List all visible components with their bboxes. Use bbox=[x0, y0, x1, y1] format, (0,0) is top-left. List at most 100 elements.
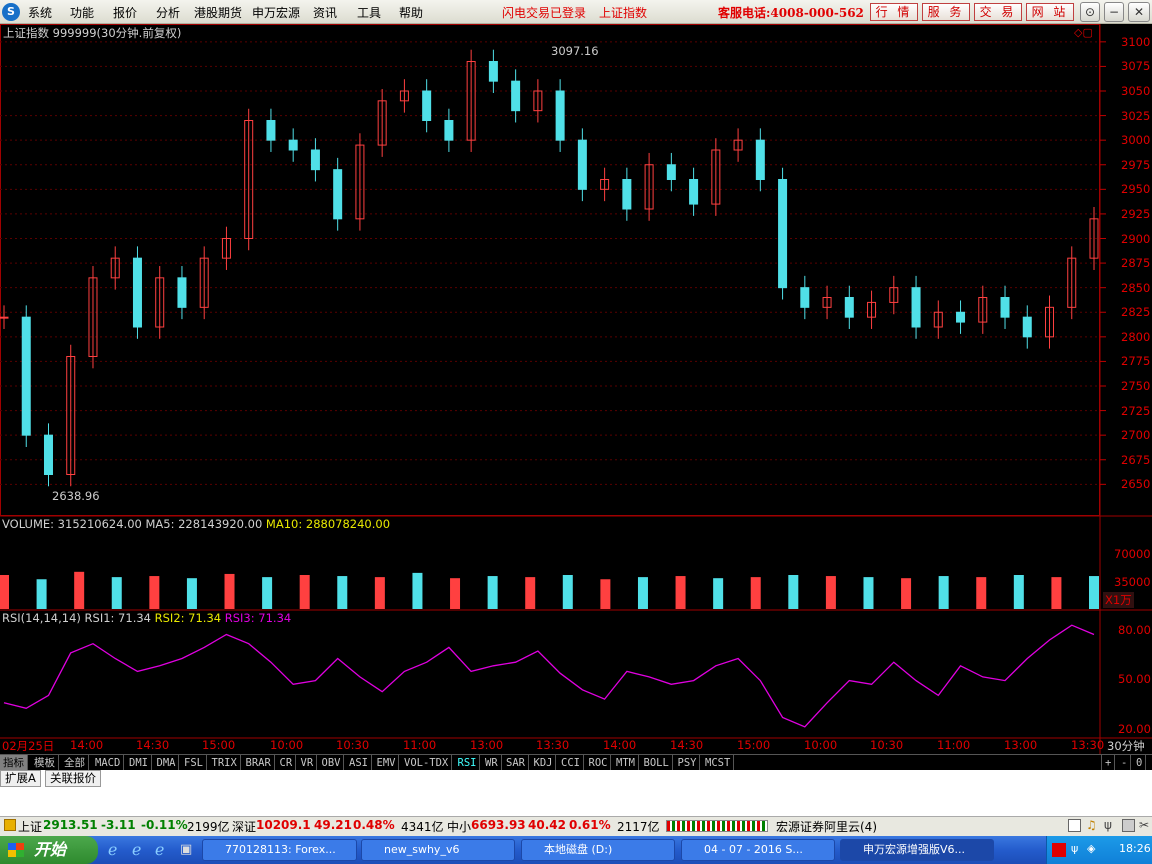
tools-icon[interactable]: ✂ bbox=[1139, 818, 1149, 832]
service-button[interactable]: 服 务 bbox=[922, 3, 970, 21]
show-desktop-icon[interactable]: ▣ bbox=[180, 842, 192, 857]
broker-server[interactable]: 宏源证券阿里云(4) bbox=[776, 818, 877, 835]
zoom-in-button[interactable]: + bbox=[1101, 755, 1116, 771]
indicator-tab-mtm[interactable]: MTM bbox=[613, 755, 639, 771]
indicator-tab-emv[interactable]: EMV bbox=[374, 755, 400, 771]
indicator-tab-cci[interactable]: CCI bbox=[558, 755, 584, 771]
help-window-icon[interactable]: ⊙ bbox=[1080, 2, 1100, 22]
rsi3-value: RSI3: 71.34 bbox=[224, 611, 292, 625]
indicator-tab-wr[interactable]: WR bbox=[482, 755, 502, 771]
menu-swhy[interactable]: 申万宏源 bbox=[252, 4, 300, 21]
indicator-tab-rsi[interactable]: RSI bbox=[455, 755, 481, 771]
menu-system[interactable]: 系统 bbox=[28, 4, 52, 21]
volume-bar bbox=[562, 575, 573, 609]
lock-icon[interactable] bbox=[1122, 819, 1135, 832]
menu-tools[interactable]: 工具 bbox=[357, 4, 381, 21]
price-tick: 2950 bbox=[1121, 182, 1151, 197]
menu-analysis[interactable]: 分析 bbox=[156, 4, 180, 21]
task-swhy-app[interactable]: 申万宏源增强版V6... bbox=[840, 839, 994, 861]
menu-function[interactable]: 功能 bbox=[70, 4, 94, 21]
indicator-tab-fsl[interactable]: FSL bbox=[181, 755, 207, 771]
indicator-tab-obv[interactable]: OBV bbox=[319, 755, 345, 771]
indicator-tab-psy[interactable]: PSY bbox=[675, 755, 701, 771]
candle-body bbox=[43, 434, 53, 475]
flag-icon[interactable] bbox=[1052, 843, 1066, 857]
volume-bar bbox=[637, 577, 648, 609]
indicator-tab-macd[interactable]: MACD bbox=[92, 755, 125, 771]
trade-button[interactable]: 交 易 bbox=[974, 3, 1022, 21]
price-tick: 3100 bbox=[1121, 34, 1151, 49]
time-label: 13:30 bbox=[536, 738, 570, 752]
network-icon[interactable]: ψ bbox=[1071, 842, 1078, 855]
volume-ma5: MA5: 228143920.00 bbox=[145, 517, 263, 531]
task-folder[interactable]: new_swhy_v6 bbox=[361, 839, 515, 861]
chart-area[interactable] bbox=[0, 24, 1152, 754]
rsi3-series bbox=[3, 624, 1095, 728]
ie-icon[interactable]: ℯ bbox=[108, 840, 117, 859]
candle-body bbox=[1022, 316, 1032, 338]
zoom-reset-button[interactable]: 0 bbox=[1133, 755, 1147, 771]
indicator-tab-roc[interactable]: ROC bbox=[586, 755, 612, 771]
indicator-tab-boll[interactable]: BOLL bbox=[641, 755, 673, 771]
indicator-tab-vr[interactable]: VR bbox=[298, 755, 318, 771]
candle-body bbox=[911, 287, 921, 328]
menu-news[interactable]: 资讯 bbox=[313, 4, 337, 21]
task-browser[interactable]: 04 - 07 - 2016 S... bbox=[681, 839, 835, 861]
indicator-tab-dma[interactable]: DMA bbox=[154, 755, 180, 771]
browser-icon[interactable]: ℯ bbox=[155, 840, 164, 859]
tab-extension-a[interactable]: 扩展A bbox=[0, 770, 41, 787]
indicator-tab-brar[interactable]: BRAR bbox=[243, 755, 275, 771]
flash-trade-status[interactable]: 闪电交易已登录 bbox=[502, 4, 586, 21]
tab-indicator[interactable]: 指标 bbox=[0, 755, 28, 771]
volume-bar bbox=[1051, 577, 1062, 609]
volume-value: VOLUME: 315210624.00 bbox=[2, 517, 142, 531]
task-forex[interactable]: 770128113: Forex... bbox=[202, 839, 357, 861]
candle-body bbox=[21, 316, 31, 436]
period-label[interactable]: 30分钟 bbox=[1107, 738, 1145, 754]
candle-body bbox=[266, 120, 276, 141]
indicator-tab-asi[interactable]: ASI bbox=[346, 755, 372, 771]
candle-body bbox=[511, 80, 521, 112]
sh-percent: -0.11% bbox=[141, 818, 188, 832]
chart-options-icon[interactable]: ◇▢ bbox=[1074, 26, 1093, 39]
bell-icon[interactable]: ♫ bbox=[1086, 818, 1097, 832]
ie-icon[interactable]: ℯ bbox=[132, 840, 141, 859]
start-label: 开始 bbox=[34, 840, 67, 859]
tab-related-quote[interactable]: 关联报价 bbox=[45, 770, 101, 787]
candle-body bbox=[844, 297, 854, 318]
volume-bar bbox=[36, 579, 47, 609]
close-icon[interactable]: ✕ bbox=[1128, 2, 1150, 22]
price-tick: 2750 bbox=[1121, 379, 1151, 393]
minimize-icon[interactable]: − bbox=[1104, 2, 1124, 22]
windows-logo-icon bbox=[8, 843, 24, 857]
indicator-tab-vol-tdx[interactable]: VOL-TDX bbox=[401, 755, 453, 771]
zoom-out-button[interactable]: - bbox=[1118, 755, 1132, 771]
volume-bar bbox=[487, 576, 498, 609]
volume-bar bbox=[525, 577, 536, 609]
tab-all[interactable]: 全部 bbox=[61, 755, 89, 771]
notepad-icon[interactable] bbox=[1068, 819, 1081, 832]
volume-header: VOLUME: 315210624.00 MA5: 228143920.00 M… bbox=[2, 517, 390, 531]
volume-bar bbox=[938, 576, 949, 609]
menu-help[interactable]: 帮助 bbox=[399, 4, 423, 21]
rsi-header: RSI(14,14,14) RSI1: 71.34 RSI2: 71.34 RS… bbox=[2, 611, 291, 625]
volume-bar bbox=[825, 576, 836, 609]
market-icon[interactable] bbox=[4, 819, 16, 831]
app-logo-icon[interactable]: S bbox=[2, 3, 20, 21]
indicator-tab-cr[interactable]: CR bbox=[277, 755, 297, 771]
menu-hk-futures[interactable]: 港股期货 bbox=[194, 4, 242, 21]
task-local-disk[interactable]: 本地磁盘 (D:) bbox=[521, 839, 675, 861]
indicator-tab-dmi[interactable]: DMI bbox=[126, 755, 152, 771]
indicator-tab-sar[interactable]: SAR bbox=[503, 755, 529, 771]
menu-quote[interactable]: 报价 bbox=[113, 4, 137, 21]
signal-icon[interactable]: ψ bbox=[1104, 818, 1112, 832]
website-button[interactable]: 网 站 bbox=[1026, 3, 1074, 21]
indicator-tab-mcst[interactable]: MCST bbox=[702, 755, 735, 771]
sz-percent: 0.48% bbox=[353, 818, 395, 832]
indicator-tab-kdj[interactable]: KDJ bbox=[531, 755, 557, 771]
indicator-tab-trix[interactable]: TRIX bbox=[209, 755, 241, 771]
start-button[interactable]: 开始 bbox=[0, 836, 98, 864]
quote-button[interactable]: 行 情 bbox=[870, 3, 918, 21]
tab-template[interactable]: 模板 bbox=[31, 755, 59, 771]
shield-icon[interactable]: ◈ bbox=[1087, 842, 1095, 855]
